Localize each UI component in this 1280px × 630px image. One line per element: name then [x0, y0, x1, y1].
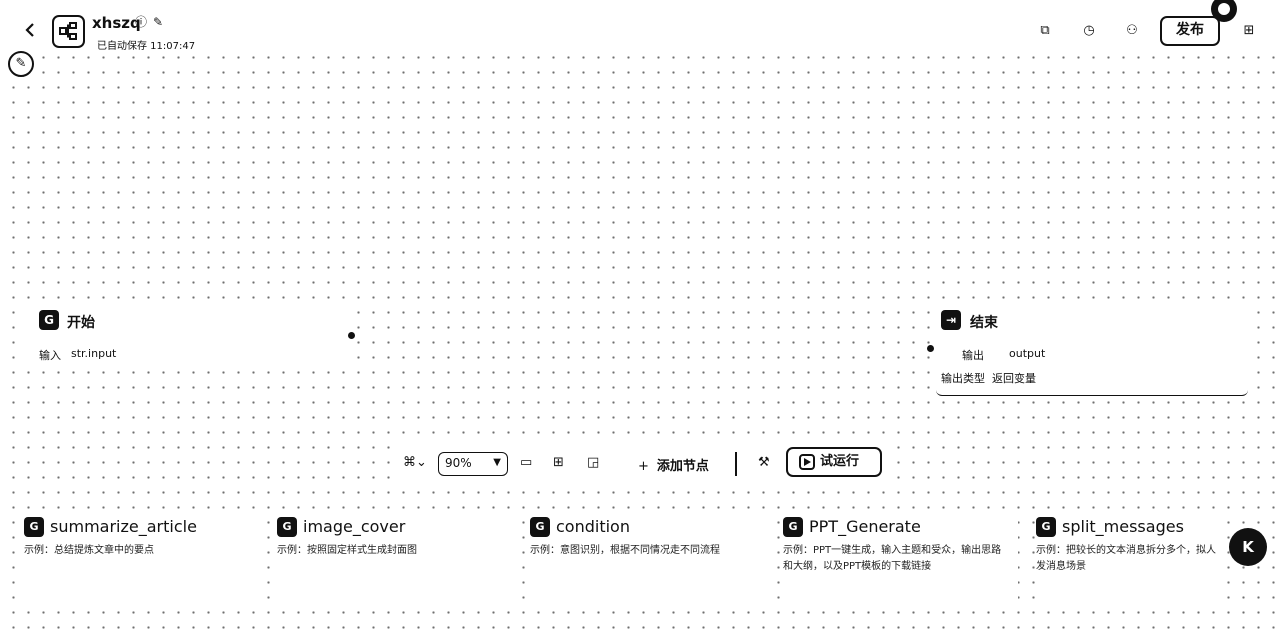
- template-card[interactable]: G split_messages 示例：把较长的文本消息拆分多个，拟人发消息场景: [1036, 515, 1226, 600]
- collaborators-icon[interactable]: ⚇: [1123, 22, 1141, 40]
- end-node-icon: ⇥: [941, 310, 961, 330]
- start-node[interactable]: G 开始 输入 str.input: [27, 302, 350, 370]
- info-icon[interactable]: ⓘ: [135, 15, 147, 29]
- template-card[interactable]: G image_cover 示例：按照固定样式生成封面图: [277, 515, 512, 600]
- template-icon: G: [277, 517, 297, 537]
- template-icon: G: [530, 517, 550, 537]
- assistant-icon: K: [1242, 538, 1254, 556]
- template-icon: G: [24, 517, 44, 537]
- start-node-title: 开始: [67, 315, 95, 331]
- template-title: condition: [556, 517, 630, 536]
- start-node-icon: G: [39, 310, 59, 330]
- test-run-label: 试运行: [820, 454, 860, 469]
- template-desc: 示例：意图识别，根据不同情况走不同流程: [530, 545, 720, 556]
- autosave-status: 已自动保存 11:07:47: [97, 41, 196, 52]
- chevron-down-icon: ▼: [493, 457, 501, 468]
- add-node-button[interactable]: + 添加节点: [638, 455, 709, 474]
- end-output-type-value: 返回变量: [992, 372, 1036, 385]
- test-run-button[interactable]: 试运行: [786, 447, 882, 477]
- publish-button[interactable]: 发布: [1160, 16, 1220, 46]
- add-node-label: 添加节点: [656, 459, 709, 474]
- assistant-button[interactable]: K: [1229, 528, 1267, 566]
- template-icon: G: [1036, 517, 1056, 537]
- comment-icon[interactable]: ▭: [520, 455, 532, 471]
- chevron-left-icon: [25, 23, 34, 37]
- more-icon[interactable]: ⊞: [1240, 22, 1258, 40]
- template-desc: 示例：把较长的文本消息拆分多个，拟人发消息场景: [1036, 545, 1216, 572]
- play-icon: [799, 454, 815, 470]
- template-desc: 示例：总结提炼文章中的要点: [24, 545, 154, 556]
- end-output-type-label: 输出类型: [941, 372, 985, 385]
- template-card[interactable]: G PPT_Generate 示例：PPT一键生成，输入主题和受众，输出思路和大…: [783, 515, 1018, 600]
- toolbar-divider: [735, 452, 737, 476]
- layout-icon[interactable]: ⊞: [553, 455, 564, 471]
- start-input-label: 输入: [39, 349, 61, 362]
- history-icon[interactable]: ◷: [1080, 22, 1098, 40]
- end-output-value: output: [1009, 347, 1046, 360]
- minimap-icon[interactable]: ◲: [587, 455, 599, 471]
- end-node-title: 结束: [970, 315, 998, 331]
- template-card[interactable]: G summarize_article 示例：总结提炼文章中的要点: [24, 515, 259, 600]
- template-title: image_cover: [303, 517, 406, 536]
- zoom-value: 90%: [445, 456, 472, 470]
- start-input-value: str.input: [71, 347, 117, 360]
- workflow-logo-icon: [52, 15, 85, 48]
- zoom-select[interactable]: 90% ▼: [438, 452, 508, 476]
- template-card[interactable]: G condition 示例：意图识别，根据不同情况走不同流程: [530, 515, 765, 600]
- top-bar: xhszq ⓘ ✎ 已自动保存 11:07:47 ⧉ ◷ ⚇ 发布 ⊞: [0, 0, 1280, 55]
- template-desc: 示例：PPT一键生成，输入主题和受众，输出思路和大纲，以及PPT模板的下载链接: [783, 545, 1002, 572]
- end-input-port[interactable]: [927, 345, 934, 352]
- template-title: summarize_article: [50, 517, 197, 536]
- start-output-port[interactable]: [348, 332, 355, 339]
- end-output-label: 输出: [962, 349, 984, 362]
- notification-icon[interactable]: [1211, 0, 1237, 22]
- debug-tool-icon[interactable]: ⚒: [758, 455, 770, 471]
- template-icon: G: [783, 517, 803, 537]
- canvas-toolbar: ⌘⌄ 90% ▼ ▭ ⊞ ◲ + 添加节点 ⚒ 试运行: [393, 445, 891, 483]
- plus-icon: +: [638, 459, 649, 474]
- end-node[interactable]: ⇥ 结束 输出 output 输出类型 返回变量: [936, 302, 1248, 396]
- template-title: split_messages: [1062, 517, 1184, 536]
- edit-mode-icon[interactable]: ✎: [8, 51, 34, 77]
- template-desc: 示例：按照固定样式生成封面图: [277, 545, 417, 556]
- template-title: PPT_Generate: [809, 517, 921, 536]
- mouse-mode-icon[interactable]: ⌘⌄: [403, 455, 427, 471]
- copy-icon[interactable]: ⧉: [1036, 22, 1054, 40]
- workflow-name: xhszq: [92, 14, 141, 32]
- template-list: G summarize_article 示例：总结提炼文章中的要点 G imag…: [0, 505, 1280, 630]
- edit-icon[interactable]: ✎: [153, 15, 163, 29]
- back-button[interactable]: [23, 20, 41, 42]
